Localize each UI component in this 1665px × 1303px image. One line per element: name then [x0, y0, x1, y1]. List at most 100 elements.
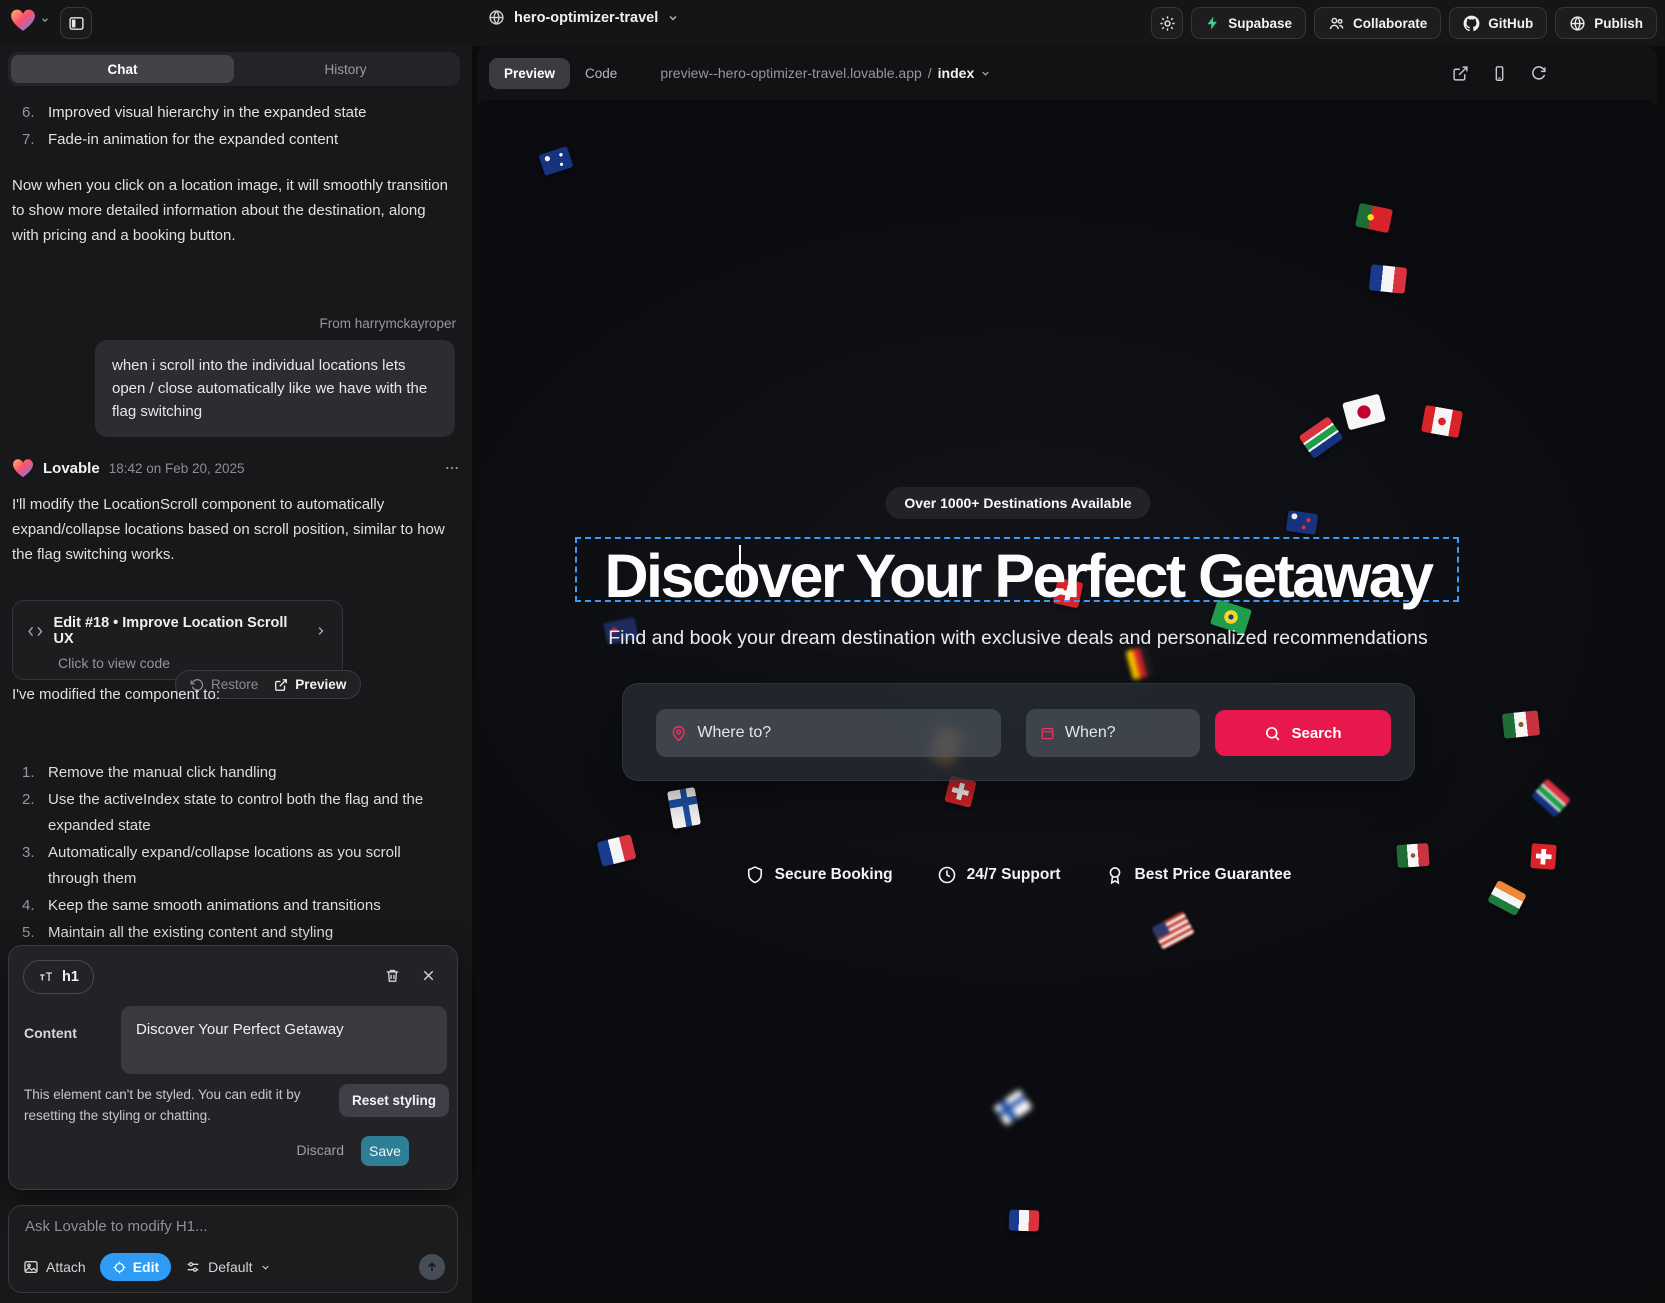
date-field[interactable]: [1026, 709, 1200, 757]
discard-button[interactable]: Discard: [297, 1142, 344, 1158]
close-icon[interactable]: [420, 967, 437, 984]
preview-panel: Preview Code preview--hero-optimizer-tra…: [477, 46, 1657, 1292]
url-host: preview--hero-optimizer-travel.lovable.a…: [660, 65, 921, 81]
globe-icon: [488, 9, 505, 26]
feature-list: Secure Booking 24/7 Support Best Price G…: [477, 865, 1559, 885]
chat-history-tabs: Chat History: [8, 52, 460, 86]
date-input[interactable]: [1065, 724, 1186, 742]
code-icon: [27, 623, 44, 640]
list-item: 1. Remove the manual click handling: [22, 760, 448, 786]
lovable-heart-icon: [10, 8, 36, 32]
refresh-button[interactable]: [1530, 65, 1547, 82]
supabase-button[interactable]: Supabase: [1191, 7, 1306, 39]
project-selector[interactable]: hero-optimizer-travel: [488, 9, 679, 26]
external-link-icon: [1452, 65, 1469, 82]
preview-url[interactable]: preview--hero-optimizer-travel.lovable.a…: [660, 65, 991, 81]
search-button[interactable]: Search: [1215, 710, 1391, 756]
chevron-down-icon: [40, 15, 50, 25]
preview-viewport[interactable]: Over 1000+ Destinations Available Discov…: [477, 100, 1657, 1292]
device-preview-button[interactable]: [1491, 65, 1508, 82]
supabase-icon: [1205, 15, 1220, 31]
content-textarea[interactable]: Discover Your Perfect Getaway: [121, 1006, 447, 1074]
send-button[interactable]: [419, 1254, 445, 1280]
tab-code[interactable]: Code: [570, 58, 632, 89]
list-item: 6. Improved visual hierarchy in the expa…: [22, 100, 446, 126]
element-tag-badge: h1: [23, 960, 94, 994]
chevron-down-icon: [260, 1262, 271, 1273]
destinations-badge: Over 1000+ Destinations Available: [885, 487, 1150, 519]
element-editor-panel: h1 Content Discover Your Perfect Getaway…: [8, 945, 458, 1190]
sidebar-toggle-button[interactable]: [60, 7, 92, 39]
type-icon: [38, 969, 54, 985]
lovable-logo-menu[interactable]: [10, 8, 50, 32]
content-label: Content: [24, 1025, 77, 1041]
list-item: 2. Use the activeIndex state to control …: [22, 787, 448, 839]
award-icon: [1105, 865, 1125, 885]
edit-card-title: Edit #18 • Improve Location Scroll UX: [54, 615, 305, 647]
sidebar-left-icon: [68, 15, 85, 32]
chat-messages[interactable]: 6. Improved visual hierarchy in the expa…: [0, 86, 472, 956]
user-message-bubble: when i scroll into the individual locati…: [95, 340, 455, 437]
reset-styling-button[interactable]: Reset styling: [339, 1084, 449, 1117]
save-button[interactable]: Save: [361, 1136, 409, 1166]
chat-panel: Chat History 6. Improved visual hierarch…: [0, 46, 472, 1303]
clock-icon: [937, 865, 957, 885]
image-icon: [23, 1259, 39, 1275]
more-options-icon[interactable]: [444, 460, 460, 476]
assistant-name: Lovable: [43, 460, 100, 477]
smartphone-icon: [1491, 65, 1508, 82]
gear-icon: [1159, 15, 1176, 32]
chevron-down-icon: [980, 68, 991, 79]
destination-field[interactable]: [656, 709, 1001, 757]
sliders-icon: [185, 1259, 201, 1275]
publish-button[interactable]: Publish: [1555, 7, 1657, 39]
list-item: 4. Keep the same smooth animations and t…: [22, 893, 448, 919]
search-icon: [1264, 725, 1281, 742]
hero-section: Over 1000+ Destinations Available Discov…: [477, 100, 1559, 1292]
assistant-paragraph: I've modified the component to:: [12, 682, 452, 707]
feature-best-price: Best Price Guarantee: [1105, 865, 1292, 885]
collaborate-button[interactable]: Collaborate: [1314, 7, 1441, 39]
tab-preview[interactable]: Preview: [489, 58, 570, 89]
assistant-paragraph: I'll modify the LocationScroll component…: [12, 492, 452, 567]
map-pin-icon: [670, 724, 687, 743]
edit-code-card[interactable]: Edit #18 • Improve Location Scroll UX Cl…: [12, 600, 343, 680]
assistant-paragraph: Now when you click on a location image, …: [12, 173, 452, 248]
edit-mode-button[interactable]: Edit: [100, 1253, 171, 1281]
topbar: hero-optimizer-travel Supabase Collabora…: [0, 0, 1665, 46]
preview-toolbar: Preview Code preview--hero-optimizer-tra…: [477, 46, 1657, 100]
refresh-icon: [1530, 65, 1547, 82]
mode-selector[interactable]: Default: [185, 1259, 270, 1275]
calendar-icon: [1040, 724, 1055, 742]
text-cursor: [739, 545, 741, 595]
open-in-new-tab-button[interactable]: [1452, 65, 1469, 82]
message-timestamp: 18:42 on Feb 20, 2025: [109, 461, 245, 476]
chevron-right-icon: [314, 624, 328, 638]
arrow-up-icon: [425, 1260, 439, 1274]
chevron-down-icon: [667, 12, 679, 24]
settings-button[interactable]: [1151, 7, 1183, 39]
tab-history[interactable]: History: [234, 55, 457, 83]
hero-heading[interactable]: Discover Your Perfect Getaway: [477, 541, 1559, 611]
list-item: 5. Maintain all the existing content and…: [22, 920, 448, 946]
users-icon: [1328, 15, 1345, 32]
assistant-message-header: Lovable 18:42 on Feb 20, 2025: [12, 458, 460, 478]
url-page: index: [938, 65, 975, 81]
feature-support: 24/7 Support: [937, 865, 1061, 885]
github-icon: [1463, 15, 1480, 32]
lovable-heart-icon: [12, 458, 34, 478]
attach-button[interactable]: Attach: [23, 1259, 86, 1275]
chat-input[interactable]: [25, 1218, 425, 1235]
style-note: This element can't be styled. You can ed…: [24, 1084, 340, 1126]
tab-chat[interactable]: Chat: [11, 55, 234, 83]
chat-input-box: Attach Edit Default: [8, 1205, 458, 1293]
hero-subheading: Find and book your dream destination wit…: [477, 627, 1559, 650]
project-name: hero-optimizer-travel: [514, 10, 658, 26]
message-author-label: From harrymckayroper: [319, 316, 456, 331]
feature-secure-booking: Secure Booking: [745, 865, 893, 885]
destination-input[interactable]: [697, 724, 987, 742]
github-button[interactable]: GitHub: [1449, 7, 1547, 39]
edit-card-subtitle: Click to view code: [58, 655, 328, 671]
list-item: 3. Automatically expand/collapse locatio…: [22, 840, 448, 892]
delete-element-icon[interactable]: [384, 967, 401, 984]
